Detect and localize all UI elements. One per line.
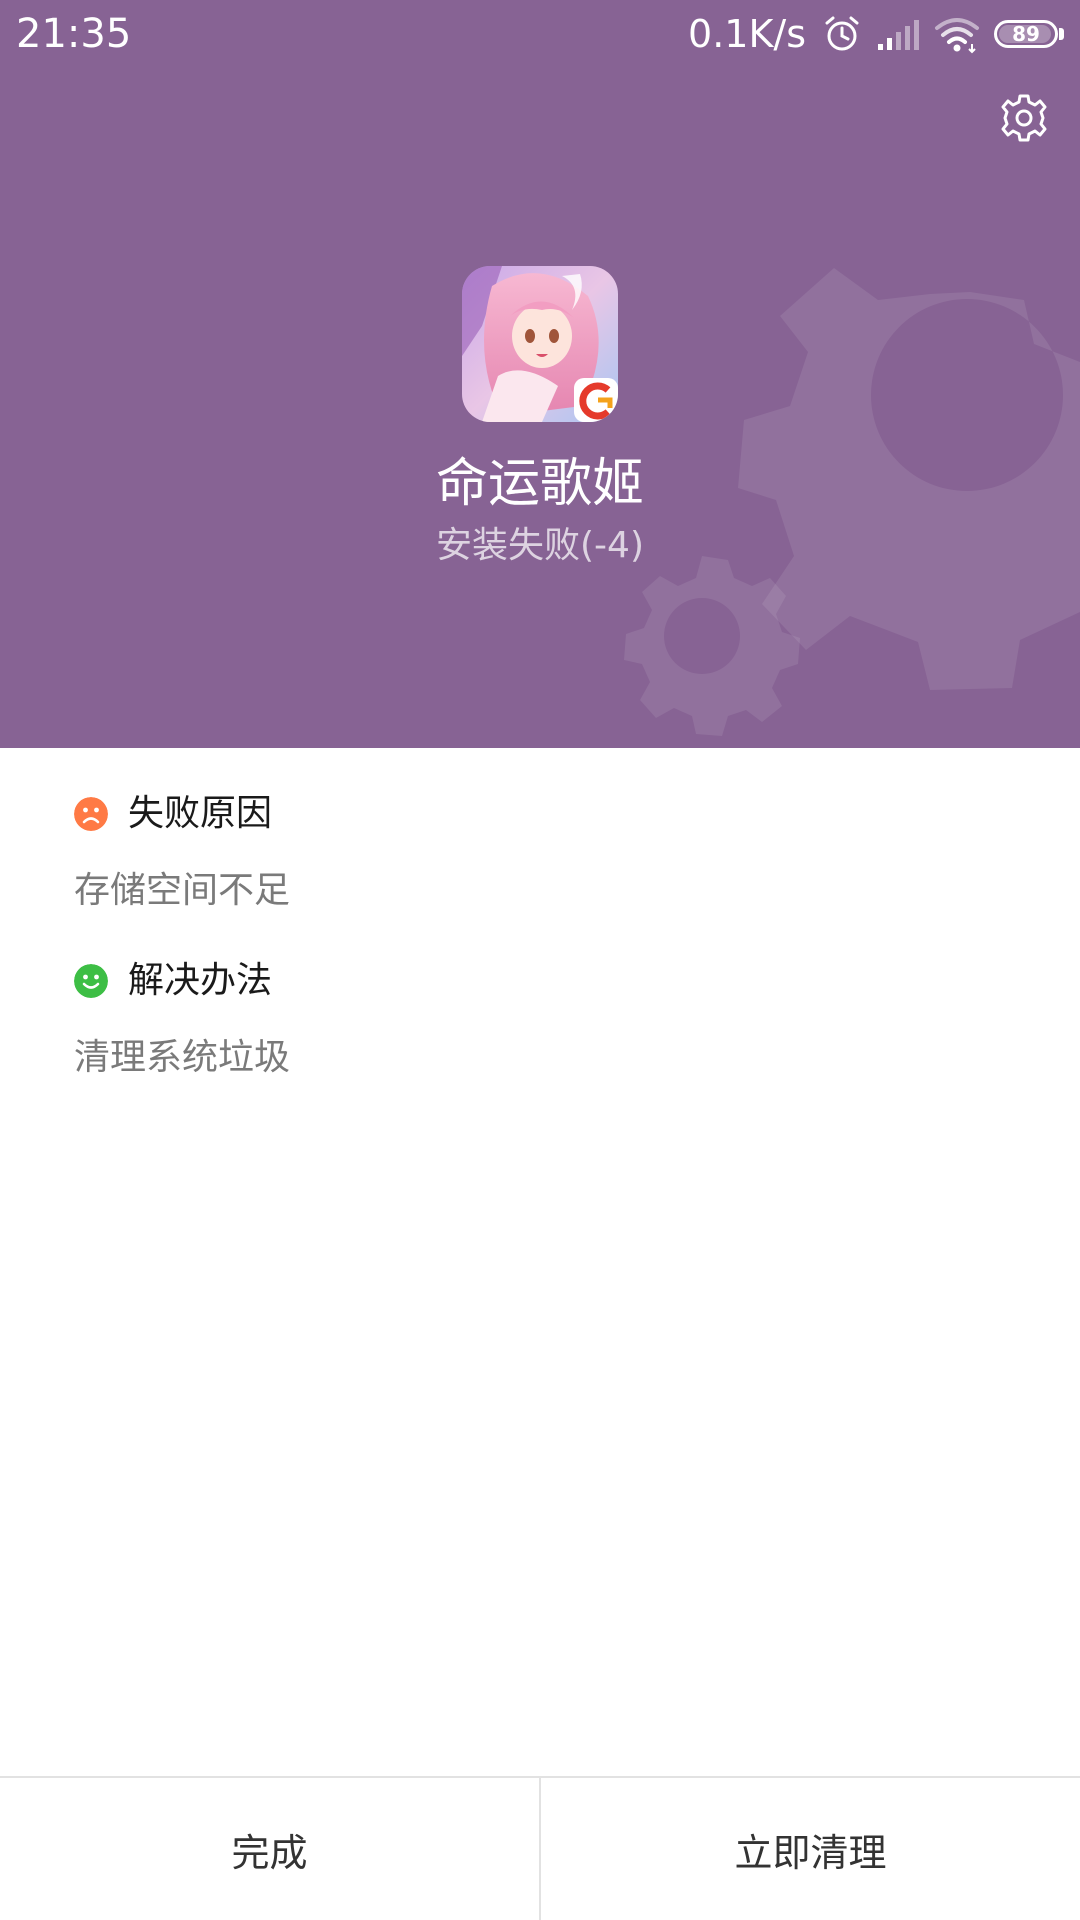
clean-now-button[interactable]: 立即清理 — [541, 1778, 1080, 1920]
status-bar: 21:35 0.1K/s 89 — [0, 0, 1080, 68]
install-status: 安装失败(-4) — [436, 525, 644, 566]
battery-indicator: 89 — [994, 20, 1064, 48]
install-failure-screen: 21:35 0.1K/s 89 命运歌姬 安装失败(-4) 失败原因 存储空间不… — [0, 0, 1080, 1920]
sad-face-icon — [74, 797, 108, 831]
failure-reason-header: 失败原因 — [74, 789, 272, 839]
settings-gear-button[interactable] — [996, 90, 1052, 146]
battery-level-text: 89 — [1012, 22, 1040, 46]
status-icons: 0.1K/s 89 — [688, 10, 1064, 58]
failure-reason-text: 存储空间不足 — [74, 870, 291, 911]
done-button[interactable]: 完成 — [0, 1778, 539, 1920]
status-time: 21:35 — [16, 11, 132, 57]
bottom-action-bar: 完成 立即清理 — [0, 1776, 1080, 1920]
happy-face-icon — [74, 964, 108, 998]
app-icon — [462, 266, 618, 422]
signal-icon — [878, 20, 919, 50]
app-name: 命运歌姬 — [435, 454, 644, 514]
failure-reason-title: 失败原因 — [128, 793, 273, 834]
battery-icon: 89 — [994, 20, 1058, 48]
alarm-icon — [825, 16, 859, 51]
header: 21:35 0.1K/s 89 命运歌姬 安装失败(-4) — [0, 0, 1080, 748]
app-artwork-icon — [462, 266, 618, 422]
wifi-icon — [935, 18, 979, 54]
battery-tip — [1059, 28, 1064, 40]
solution-header: 解决办法 — [74, 956, 272, 1006]
network-speed: 0.1K/s — [688, 12, 806, 56]
solution-text: 清理系统垃圾 — [74, 1037, 291, 1078]
solution-title: 解决办法 — [128, 960, 273, 1001]
